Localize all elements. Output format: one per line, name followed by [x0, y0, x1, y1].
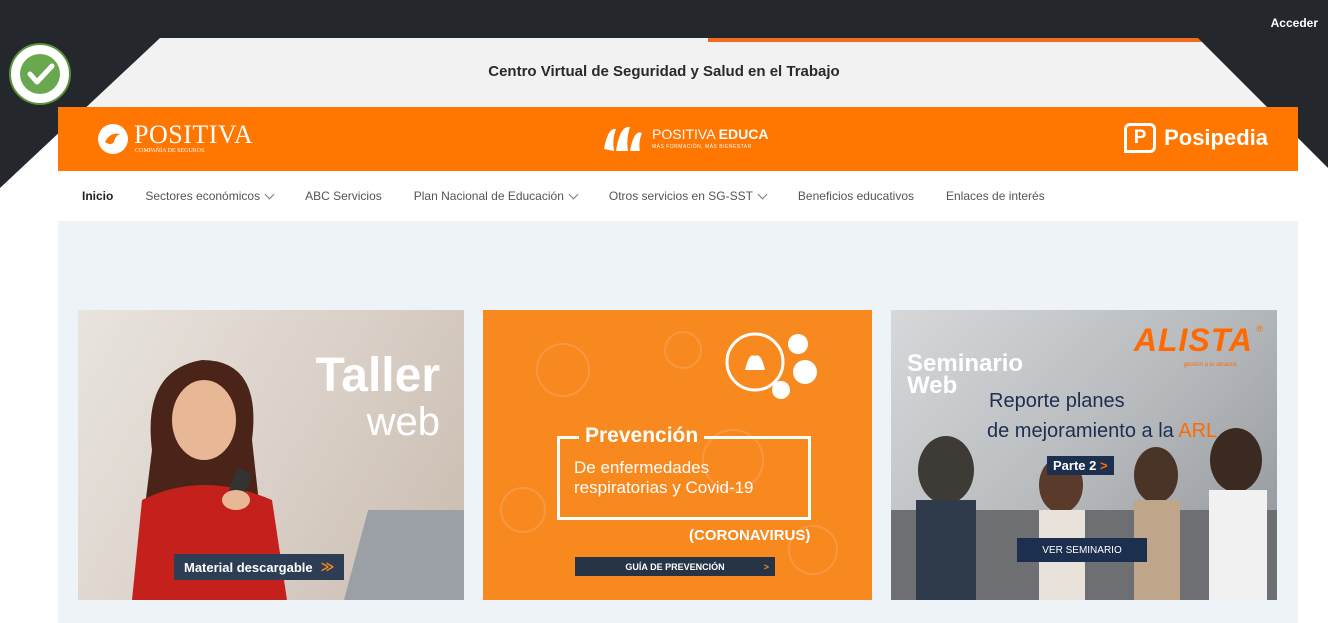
educa-tagline: MÁS FORMACIÓN, MÁS BIENESTAR	[652, 144, 752, 150]
alista-tagline: gestión a tu alcance	[1183, 362, 1237, 368]
certification-seal-icon	[9, 43, 71, 105]
nav-item-sectores-economicos[interactable]: Sectores económicos	[145, 189, 275, 203]
nav-item-plan-nacional[interactable]: Plan Nacional de Educación	[413, 189, 579, 203]
site-title: Centro Virtual de Seguridad y Salud en e…	[488, 63, 840, 80]
chevron-down-icon	[568, 189, 579, 199]
cta-label: Material descargable	[184, 559, 313, 575]
banner-line-2a: de mejoramiento a la	[987, 420, 1179, 442]
nav-item-label: Beneficios educativos	[797, 189, 914, 203]
registered-mark: ®	[1256, 324, 1263, 334]
banner-line-2: respiratorias y Covid-19	[574, 478, 754, 497]
nav-item-otros-servicios[interactable]: Otros servicios en SG-SST	[608, 189, 768, 203]
banner-prevencion-covid[interactable]: Prevención De enfermedades respiratorias…	[483, 310, 872, 600]
positiva-name: POSITIVA	[134, 120, 254, 149]
part-label: Parte 2	[1053, 458, 1097, 473]
educa-emblem-icon	[604, 126, 642, 151]
download-material-button[interactable]: Material descargable ≫	[174, 554, 345, 580]
nav-item-label: Plan Nacional de Educación	[413, 189, 564, 203]
banner-tag: (CORONAVIRUS)	[689, 527, 811, 544]
prevention-guide-button[interactable]: GUÍA DE PREVENCIÓN >	[575, 557, 775, 576]
site-header: Centro Virtual de Seguridad y Salud en e…	[0, 38, 1328, 108]
nav-item-enlaces[interactable]: Enlaces de interés	[946, 189, 1045, 203]
alista-logo: ALISTA	[1133, 322, 1253, 358]
chevron-down-icon	[264, 189, 275, 199]
banner-heading: Prevención	[579, 424, 705, 448]
content-area: Taller web Material descargable ≫ Preven…	[58, 221, 1298, 623]
educa-name-bold: EDUCA	[718, 126, 769, 142]
banner-kicker-2: Web	[907, 372, 958, 399]
banner-line-2: de mejoramiento a la ARL	[987, 420, 1217, 443]
banner-subtitle: web	[366, 400, 440, 444]
banner-title: Taller	[315, 349, 441, 402]
double-chevron-right-icon: ≫	[320, 559, 335, 574]
chevron-right-icon: >	[1100, 458, 1108, 473]
main-nav: Inicio Sectores económicos ABC Servicios…	[58, 171, 1298, 221]
top-bar: Acceder	[0, 0, 1328, 38]
banner-seminario-web[interactable]: ALISTA ® gestión a tu alcance Seminario …	[891, 310, 1277, 600]
laptop-image	[344, 510, 464, 600]
posipedia-name: Posipedia	[1164, 125, 1268, 150]
banner-taller-web[interactable]: Taller web Material descargable ≫	[78, 310, 464, 600]
positiva-logo[interactable]: POSITIVA COMPAÑÍA DE SEGUROS	[96, 121, 253, 157]
part-badge: Parte 2 >	[1047, 456, 1114, 475]
chevron-right-icon: >	[763, 561, 769, 572]
nav-item-beneficios[interactable]: Beneficios educativos	[798, 189, 914, 203]
chevron-down-icon	[757, 189, 768, 199]
hygiene-icons	[725, 332, 817, 399]
login-link[interactable]: Acceder	[1271, 16, 1318, 30]
nav-item-label: Enlaces de interés	[946, 189, 1045, 203]
view-seminar-button[interactable]: VER SEMINARIO	[1017, 538, 1147, 562]
nav-item-abc-servicios[interactable]: ABC Servicios	[305, 189, 382, 203]
cta-label: GUÍA DE PREVENCIÓN	[625, 561, 725, 572]
nav-item-label: Inicio	[82, 189, 114, 203]
banner-line-2b: ARL	[1178, 420, 1218, 442]
nav-item-label: ABC Servicios	[305, 189, 382, 203]
banner-line-1: Reporte planes	[989, 390, 1125, 412]
positiva-educa-logo[interactable]: POSITIVA EDUCA MÁS FORMACIÓN, MÁS BIENES…	[600, 121, 768, 155]
educa-name-light: POSITIVA	[652, 126, 719, 142]
nav-item-label: Sectores económicos	[145, 189, 261, 203]
brand-bar: POSITIVA COMPAÑÍA DE SEGUROS POSITIVA ED…	[58, 107, 1298, 171]
nav-item-label: Otros servicios en SG-SST	[608, 189, 753, 203]
posipedia-logo[interactable]: P Posipedia	[1124, 123, 1268, 153]
banner-line-1: De enfermedades	[574, 458, 710, 477]
posipedia-p-icon: P	[1124, 123, 1157, 153]
nav-item-inicio[interactable]: Inicio	[82, 189, 113, 203]
positiva-emblem-icon	[98, 124, 128, 154]
